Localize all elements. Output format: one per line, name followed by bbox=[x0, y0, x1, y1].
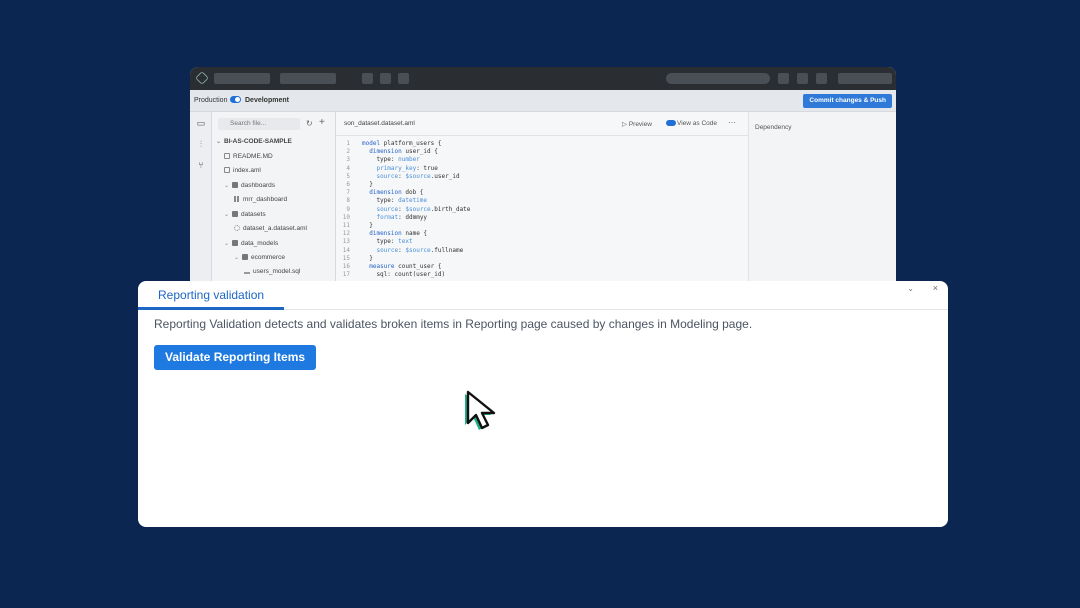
tree-item[interactable]: ⌄ data_models bbox=[224, 239, 278, 249]
add-icon[interactable]: + bbox=[319, 117, 325, 128]
reporting-validation-panel: Reporting validation ⌄ × Reporting Valid… bbox=[138, 281, 948, 527]
global-search[interactable] bbox=[666, 73, 770, 84]
chevron-down-icon: ⌄ bbox=[234, 255, 240, 261]
code-line: 11 } bbox=[342, 222, 373, 230]
code-line: 1 model platform_users { bbox=[346, 140, 442, 147]
code-line: 16 measure count_user { bbox=[342, 263, 442, 271]
side-rail: ▭ ⫶ ⑂ bbox=[190, 112, 212, 285]
code-line: 8 type: datetime bbox=[346, 197, 428, 205]
tree-item[interactable]: ⌄ dashboards bbox=[224, 181, 275, 191]
tree-item[interactable]: README.MD bbox=[224, 152, 273, 162]
environment-bar: Production Development Commit changes & … bbox=[190, 90, 896, 112]
folder-icon bbox=[232, 240, 238, 247]
tree-item[interactable]: mrr_dashboard bbox=[234, 195, 287, 205]
panel-header: Reporting validation ⌄ × bbox=[138, 281, 948, 310]
user-menu[interactable] bbox=[838, 73, 892, 84]
chevron-down-icon: ⌄ bbox=[224, 241, 230, 247]
tree-item[interactable]: ⌄ datasets bbox=[224, 210, 266, 220]
env-production-label[interactable]: Production bbox=[194, 97, 227, 104]
tree-item[interactable]: index.aml bbox=[224, 166, 261, 176]
folder-icon bbox=[232, 211, 238, 218]
editor-header: son_dataset.dataset.aml ▷ Preview View a… bbox=[336, 112, 748, 136]
code-line: 2 dimension user_id { bbox=[346, 148, 438, 156]
file-search-input[interactable] bbox=[218, 118, 300, 130]
toolbar-icon[interactable] bbox=[380, 73, 391, 84]
env-toggle[interactable] bbox=[230, 96, 241, 103]
toolbar-icon[interactable] bbox=[362, 73, 373, 84]
chevron-down-icon: ⌄ bbox=[224, 183, 230, 189]
dependency-panel: Dependency bbox=[748, 112, 896, 285]
toolbar-icon[interactable] bbox=[398, 73, 409, 84]
title-placeholder bbox=[280, 73, 336, 84]
title-bar bbox=[190, 67, 896, 90]
folder-icon bbox=[232, 182, 238, 189]
tree-item[interactable]: ⌄ BI-AS-CODE-SAMPLE bbox=[216, 137, 292, 147]
view-as-code-toggle[interactable] bbox=[666, 120, 676, 126]
code-body[interactable]: 1 model platform_users { 2 dimension user… bbox=[336, 140, 748, 279]
code-line: 14 source: $source.fullname bbox=[342, 246, 464, 254]
dashboard-icon bbox=[234, 196, 240, 203]
code-line: 10 format: ddmmyy bbox=[342, 213, 428, 221]
folder-icon bbox=[242, 254, 248, 261]
code-line: 12 dimension name { bbox=[342, 230, 428, 238]
app-window: Production Development Commit changes & … bbox=[190, 67, 896, 285]
file-icon bbox=[224, 153, 230, 160]
more-icon[interactable]: ··· bbox=[728, 118, 736, 127]
env-development-label[interactable]: Development bbox=[245, 97, 289, 104]
workspace: ▭ ⫶ ⑂ ⌕ ↻ + ⌄BI-AS-CODE-SAMPLE README.MD… bbox=[190, 112, 896, 285]
refresh-icon[interactable]: ↻ bbox=[306, 119, 313, 128]
code-editor: son_dataset.dataset.aml ▷ Preview View a… bbox=[336, 112, 748, 285]
view-as-code-label: View as Code bbox=[677, 120, 717, 127]
code-line: 13 type: text bbox=[342, 238, 413, 246]
model-icon bbox=[244, 268, 250, 275]
tab-reporting-validation[interactable]: Reporting validation bbox=[138, 281, 284, 310]
commit-push-button[interactable]: Commit changes & Push bbox=[803, 94, 892, 108]
toolbar-icon[interactable] bbox=[778, 73, 789, 84]
dataset-icon bbox=[234, 225, 240, 232]
code-line: 3 type: number bbox=[346, 156, 420, 164]
sliders-icon[interactable]: ⫶ bbox=[195, 139, 207, 149]
toolbar-icon[interactable] bbox=[816, 73, 827, 84]
title-placeholder bbox=[214, 73, 270, 84]
code-line: 9 source: $source.birth_date bbox=[346, 205, 471, 213]
tree-item[interactable]: users_model.sql bbox=[244, 267, 300, 277]
app-logo-icon bbox=[195, 71, 209, 85]
validate-reporting-items-button[interactable]: Validate Reporting Items bbox=[154, 345, 317, 370]
code-line: 6 } bbox=[346, 181, 373, 189]
toolbar-icon[interactable] bbox=[797, 73, 808, 84]
mouse-cursor-icon bbox=[465, 390, 496, 430]
file-icon bbox=[224, 167, 230, 174]
code-line: 17 sql: count(user_id) bbox=[342, 271, 446, 279]
collapse-chevron-icon[interactable]: ⌄ bbox=[907, 284, 914, 293]
play-icon: ▷ bbox=[622, 121, 629, 128]
file-tree: ⌕ ↻ + ⌄BI-AS-CODE-SAMPLE README.MD index… bbox=[212, 112, 336, 285]
tree-item[interactable]: ⌄ ecommerce bbox=[234, 253, 285, 263]
tree-item[interactable]: dataset_a.dataset.aml bbox=[234, 224, 307, 234]
code-line: 7 dimension dob { bbox=[346, 189, 424, 197]
close-icon[interactable]: × bbox=[933, 283, 938, 293]
git-branch-icon[interactable]: ⑂ bbox=[195, 160, 207, 170]
chevron-down-icon: ⌄ bbox=[224, 212, 230, 218]
chevron-down-icon: ⌄ bbox=[216, 139, 222, 145]
dependency-title: Dependency bbox=[755, 124, 792, 131]
code-line: 4 primary_key: true bbox=[346, 164, 438, 172]
preview-button[interactable]: ▷ Preview bbox=[622, 120, 652, 128]
editor-tab[interactable]: son_dataset.dataset.aml bbox=[344, 120, 415, 127]
validation-description: Reporting Validation detects and validat… bbox=[154, 317, 753, 331]
code-line: 15 } bbox=[342, 254, 373, 262]
code-line: 5 source: $source.user_id bbox=[346, 172, 460, 180]
folder-icon[interactable]: ▭ bbox=[195, 118, 207, 128]
